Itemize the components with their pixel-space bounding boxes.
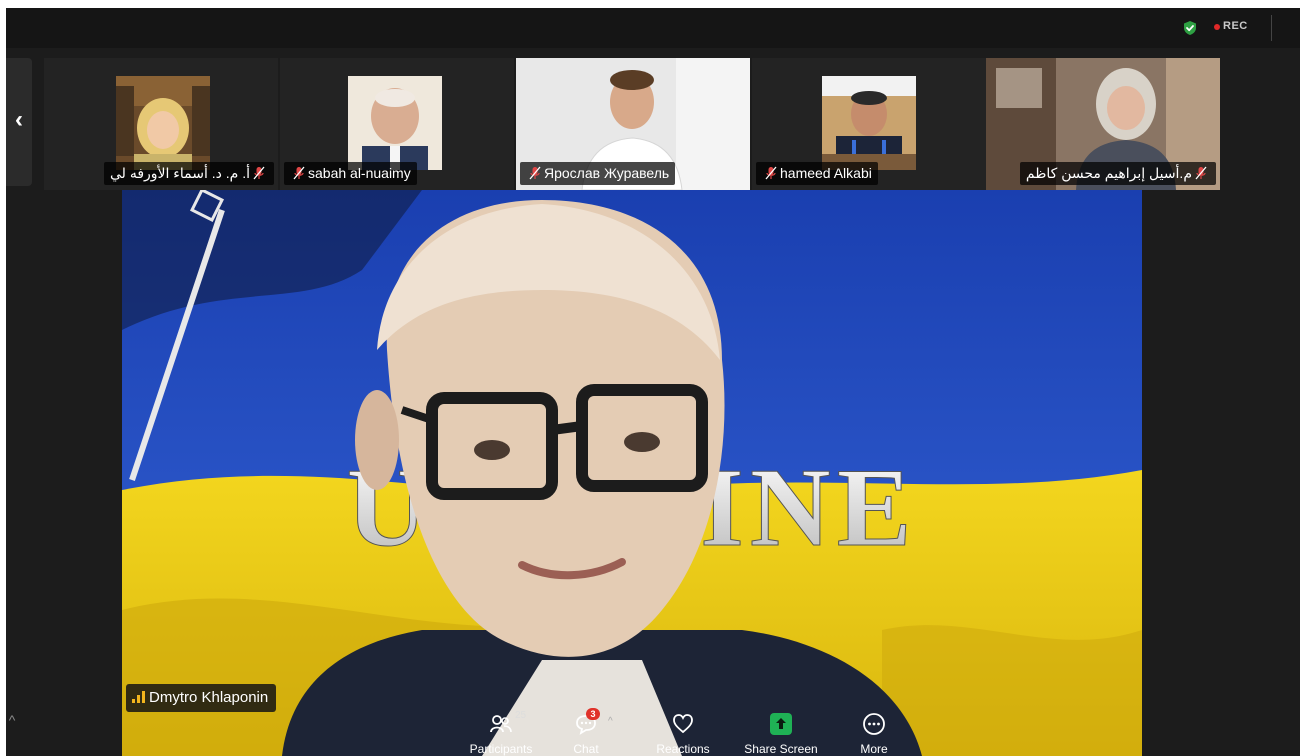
reactions-label: Reactions (656, 742, 710, 756)
speaker-video-frame: UKRAINE (122, 190, 1142, 756)
shield-check-icon[interactable] (1182, 20, 1198, 36)
participant-name-label: أ. م. د. أسماء الأورفه لي (104, 162, 274, 185)
participant-name-label: hameed Alkabi (756, 162, 878, 185)
meeting-top-bar: REC (6, 8, 1300, 48)
participants-icon: 25 (489, 710, 526, 736)
participants-label: Participants (469, 742, 533, 756)
share-screen-label: Share Screen (744, 742, 818, 756)
participant-count: 25 (515, 710, 527, 721)
recording-label[interactable]: REC (1223, 20, 1248, 32)
participant-thumbnail[interactable]: Ярослав Журавель (516, 58, 750, 190)
previous-page-button[interactable]: ‹ (6, 58, 32, 186)
active-speaker-video[interactable]: UKRAINE Dmytro Khlaponin (122, 190, 1142, 756)
more-icon (862, 712, 886, 736)
chat-icon: 3 ^ (574, 708, 613, 736)
participants-button[interactable]: 25 Participants (461, 704, 541, 756)
participant-thumbnail-strip: أ. م. د. أسماء الأورفه لي sabah al-nuaim… (44, 58, 1220, 190)
chat-button[interactable]: 3 ^ Chat (558, 704, 614, 756)
mic-muted-icon (1195, 166, 1207, 180)
reactions-button[interactable]: Reactions (646, 704, 720, 756)
participant-thumbnail[interactable]: م.أسيل إبراهيم محسن كاظم (986, 58, 1220, 190)
participant-thumbnail[interactable]: hameed Alkabi (752, 58, 986, 190)
more-button[interactable]: More (846, 704, 902, 756)
share-screen-icon (769, 712, 793, 736)
participant-name: Ярослав Журавель (544, 165, 670, 181)
zoom-meeting-window: REC ‹ أ. م. د. أسماء الأورفه لي sabah al… (6, 8, 1300, 756)
participant-thumbnail[interactable]: sabah al-nuaimy (280, 58, 514, 190)
chat-unread-badge: 3 (586, 708, 600, 720)
mic-muted-icon (253, 166, 265, 180)
recording-dot (1214, 24, 1220, 30)
mic-muted-icon (765, 166, 777, 180)
divider (1271, 15, 1272, 41)
participant-name-label: sabah al-nuaimy (284, 162, 417, 185)
more-label: More (860, 742, 888, 756)
participant-name-label: Ярослав Журавель (520, 162, 676, 185)
participant-name: hameed Alkabi (780, 165, 872, 181)
mic-muted-icon (529, 166, 541, 180)
participant-name: أ. م. د. أسماء الأورفه لي (110, 165, 250, 181)
chat-options-caret[interactable]: ^ (608, 716, 613, 727)
mic-muted-icon (293, 166, 305, 180)
heart-icon (671, 712, 695, 736)
meeting-toolbar: 25 Participants 3 ^ Chat Reactions Share… (6, 704, 1300, 756)
participant-name: sabah al-nuaimy (308, 165, 411, 181)
participant-photo (822, 76, 916, 170)
chat-label: Chat (573, 742, 599, 756)
participant-photo (348, 76, 442, 170)
signal-strength-icon (132, 691, 145, 703)
participant-name: م.أسيل إبراهيم محسن كاظم (1025, 165, 1192, 181)
participant-photo (116, 76, 210, 170)
participant-thumbnail[interactable]: أ. م. د. أسماء الأورفه لي (44, 58, 278, 190)
participant-name-label: م.أسيل إبراهيم محسن كاظم (1019, 162, 1216, 185)
share-screen-button[interactable]: Share Screen (736, 704, 826, 756)
